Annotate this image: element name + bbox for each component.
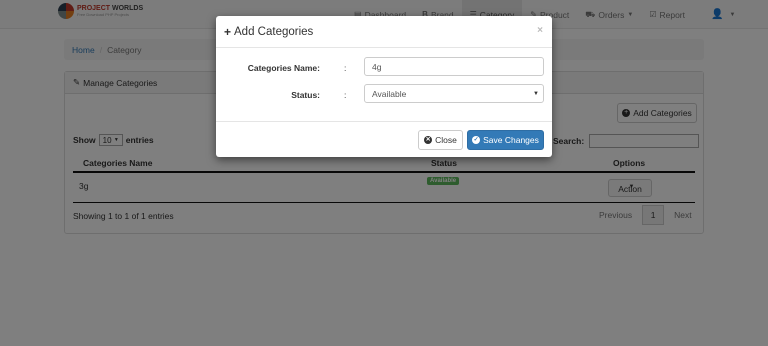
close-button[interactable]: ✕ Close xyxy=(418,130,463,150)
categories-name-label: Categories Name: xyxy=(247,63,320,73)
plus-icon: + xyxy=(224,24,232,39)
add-categories-modal: + Add Categories × Categories Name: : 4g… xyxy=(216,16,552,157)
status-select[interactable]: Available ▼ xyxy=(364,84,544,103)
colon-separator: : xyxy=(344,90,347,100)
colon-separator: : xyxy=(344,63,347,73)
ok-circle-icon: ✓ xyxy=(472,136,481,144)
modal-header: + Add Categories xyxy=(216,16,552,48)
close-icon[interactable]: × xyxy=(537,25,543,36)
status-label: Status: xyxy=(291,90,320,100)
modal-title: Add Categories xyxy=(234,25,314,38)
modal-footer: ✕ Close ✓ Save Changes xyxy=(216,121,552,157)
select-caret-icon: ▼ xyxy=(533,90,539,97)
remove-circle-icon: ✕ xyxy=(424,136,433,144)
save-changes-button[interactable]: ✓ Save Changes xyxy=(467,130,544,150)
categories-name-input[interactable]: 4g xyxy=(364,57,544,76)
